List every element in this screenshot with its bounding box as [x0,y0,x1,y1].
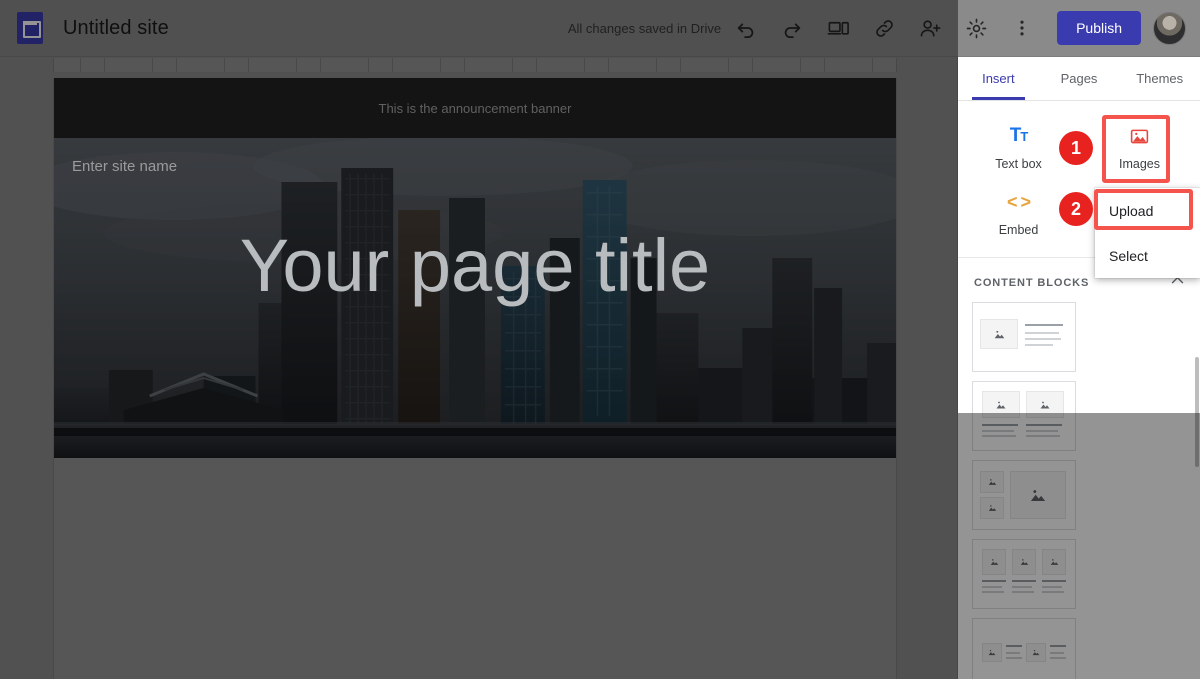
page-title[interactable]: Your page title [54,229,896,303]
tab-insert[interactable]: Insert [958,57,1039,100]
menu-item-select[interactable]: Select [1095,233,1200,278]
dim-overlay-bottom [958,413,1200,679]
panel-tabs: Insert Pages Themes [958,57,1200,101]
account-avatar[interactable] [1153,11,1186,45]
content-blocks-title: CONTENT BLOCKS [974,277,1090,289]
images-icon [1129,123,1150,149]
step-marker-1: 1 [1059,131,1093,165]
insert-embed-label: Embed [998,223,1039,237]
step-marker-2: 2 [1059,192,1093,226]
app-root: Untitled site All changes saved in Drive [0,0,1200,679]
publish-button[interactable]: Publish [1057,11,1141,45]
content-block-image-left-text-right[interactable] [972,302,1076,372]
dim-overlay-left [0,0,958,679]
tab-pages[interactable]: Pages [1039,57,1120,100]
menu-item-upload[interactable]: Upload [1095,188,1200,233]
insert-images-button[interactable]: Images [1079,115,1200,181]
text-box-icon: TT [1009,125,1029,146]
insert-text-box-label: Text box [995,157,1042,171]
insert-images-label: Images [1119,157,1160,171]
gear-icon[interactable] [955,7,997,49]
tab-themes[interactable]: Themes [1119,57,1200,100]
site-name-placeholder[interactable]: Enter site name [72,158,177,175]
embed-icon: < > [1006,191,1031,212]
more-vert-icon[interactable] [1001,7,1043,49]
images-dropdown-menu: Upload Select [1095,188,1200,278]
